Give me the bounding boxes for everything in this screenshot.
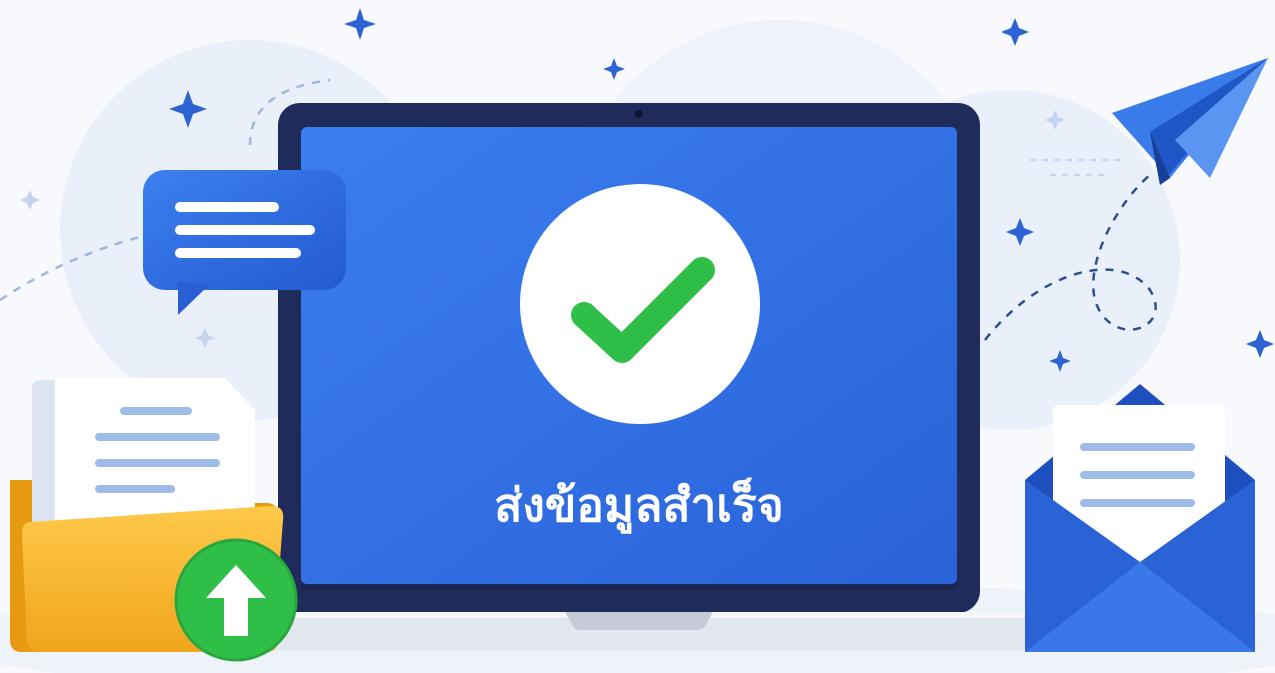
success-message: ส่งข้อมูลสำเร็จ [494,478,784,532]
success-illustration: ส่งข้อมูลสำเร็จ [0,0,1275,673]
laptop-notch [565,612,713,630]
check-circle [520,184,760,424]
envelope-icon [1025,384,1255,652]
illustration-canvas [0,8,1275,673]
upload-arrow-icon [174,538,298,662]
webcam [635,110,643,118]
success-check [520,184,760,424]
